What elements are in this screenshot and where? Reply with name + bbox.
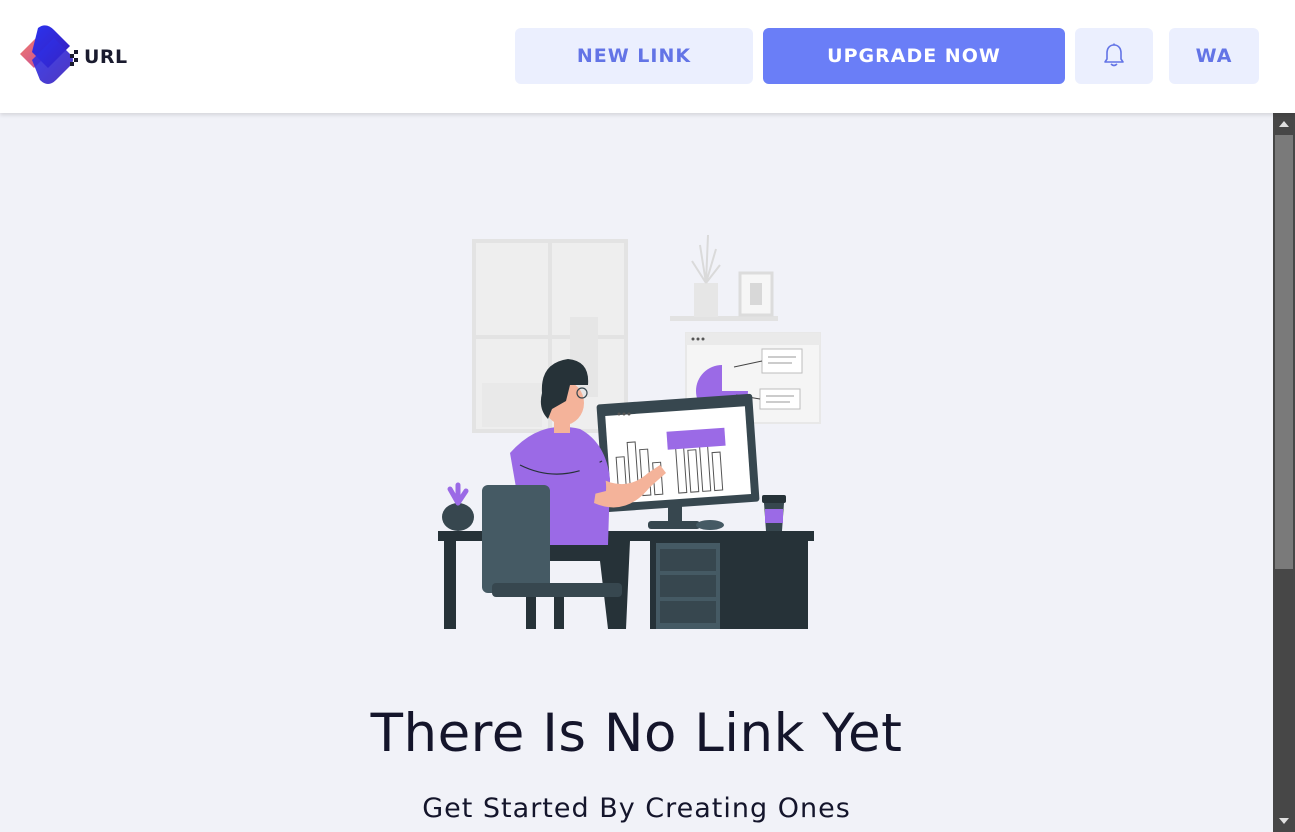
top-header: URL NEW LINK UPGRADE NOW WA (0, 0, 1295, 113)
new-link-button[interactable]: NEW LINK (515, 28, 753, 84)
upgrade-now-button[interactable]: UPGRADE NOW (763, 28, 1065, 84)
app-logo[interactable]: URL (18, 24, 133, 90)
main-content: There Is No Link Yet Get Started By Crea… (0, 113, 1273, 832)
empty-state-subtitle: Get Started By Creating Ones (422, 793, 851, 824)
user-avatar-button[interactable]: WA (1169, 28, 1259, 84)
vertical-scrollbar[interactable] (1273, 113, 1295, 832)
logo-text: URL (84, 46, 128, 68)
empty-state-title: There Is No Link Yet (370, 703, 903, 764)
scrollbar-thumb[interactable] (1275, 135, 1293, 569)
scroll-down-arrow-icon[interactable] (1273, 812, 1295, 830)
logo-icon (20, 25, 78, 84)
empty-state-illustration (438, 234, 821, 629)
scroll-up-arrow-icon[interactable] (1273, 115, 1295, 133)
bell-icon (1104, 43, 1124, 67)
notifications-button[interactable] (1075, 28, 1153, 84)
